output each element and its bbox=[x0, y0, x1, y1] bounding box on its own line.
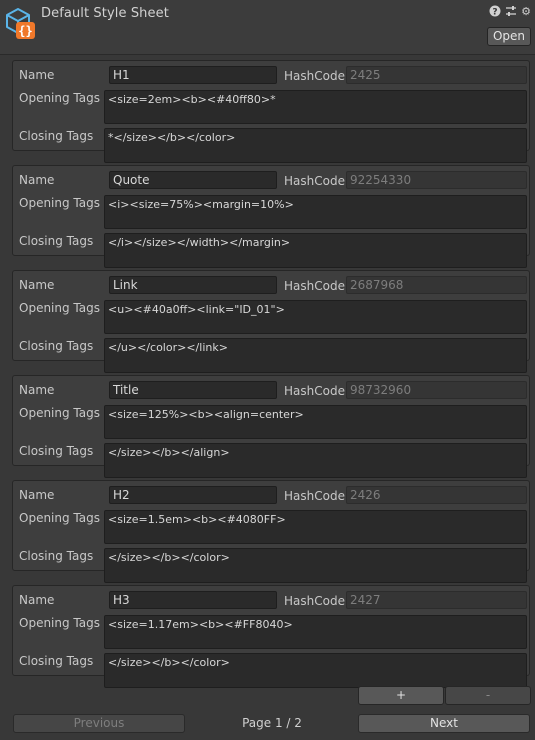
opening-tags-field[interactable]: <size=2em><b><#40ff80>* bbox=[104, 90, 527, 124]
name-field[interactable]: H3 bbox=[109, 591, 277, 609]
remove-style-button[interactable]: - bbox=[445, 686, 531, 705]
style-sheet-asset-icon: {} bbox=[6, 8, 35, 39]
name-field[interactable]: Quote bbox=[109, 171, 277, 189]
name-label: Name bbox=[19, 488, 55, 502]
closing-tags-field[interactable]: *</size></b></color> bbox=[104, 128, 527, 163]
style-entry-5: Name H2 HashCode 2426 Opening Tags <size… bbox=[12, 480, 530, 583]
closing-tags-field[interactable]: </size></b></color> bbox=[104, 653, 527, 688]
opening-tags-field[interactable]: <i><size=75%><margin=10%> bbox=[104, 195, 527, 229]
opening-tags-label: Opening Tags bbox=[19, 511, 100, 525]
hashcode-label: HashCode bbox=[284, 69, 345, 83]
opening-tags-label: Opening Tags bbox=[19, 616, 100, 630]
closing-tags-label: Closing Tags bbox=[19, 549, 94, 563]
help-icon-glyph: ? bbox=[489, 5, 501, 18]
opening-tags-field[interactable]: <size=125%><b><align=center> bbox=[104, 405, 527, 439]
opening-tags-field[interactable]: <size=1.17em><b><#FF8040> bbox=[104, 615, 527, 649]
hashcode-label: HashCode bbox=[284, 489, 345, 503]
hashcode-field: 2687968 bbox=[346, 276, 527, 294]
preset-icon[interactable] bbox=[505, 5, 517, 19]
hashcode-field: 98732960 bbox=[346, 381, 527, 399]
hashcode-field: 2426 bbox=[346, 486, 527, 504]
closing-tags-label: Closing Tags bbox=[19, 339, 94, 353]
hashcode-field: 2425 bbox=[346, 66, 527, 84]
closing-tags-field[interactable]: </u></color></link> bbox=[104, 338, 527, 373]
opening-tags-field[interactable]: <u><#40a0ff><link="ID_01"> bbox=[104, 300, 527, 334]
name-label: Name bbox=[19, 593, 55, 607]
hashcode-label: HashCode bbox=[284, 594, 345, 608]
closing-tags-field[interactable]: </i></size></width></margin> bbox=[104, 233, 527, 268]
open-button[interactable]: Open bbox=[487, 27, 531, 46]
name-label: Name bbox=[19, 173, 55, 187]
style-entry-6: Name H3 HashCode 2427 Opening Tags <size… bbox=[12, 585, 530, 688]
inspector-header: {} Default Style Sheet ? ⚙ Open bbox=[0, 0, 535, 55]
opening-tags-label: Opening Tags bbox=[19, 301, 100, 315]
hashcode-label: HashCode bbox=[284, 279, 345, 293]
name-field[interactable]: H2 bbox=[109, 486, 277, 504]
style-entry-4: Name Title HashCode 98732960 Opening Tag… bbox=[12, 375, 530, 478]
hashcode-label: HashCode bbox=[284, 384, 345, 398]
svg-text:{}: {} bbox=[18, 24, 32, 38]
hashcode-field: 2427 bbox=[346, 591, 527, 609]
sliders-icon bbox=[506, 6, 516, 16]
help-icon[interactable]: ? bbox=[489, 5, 501, 19]
previous-page-button[interactable]: Previous bbox=[13, 714, 185, 733]
name-field[interactable]: Link bbox=[109, 276, 277, 294]
name-label: Name bbox=[19, 383, 55, 397]
style-entry-1: Name H1 HashCode 2425 Opening Tags <size… bbox=[12, 60, 530, 163]
closing-tags-field[interactable]: </size></b></color> bbox=[104, 548, 527, 583]
opening-tags-label: Opening Tags bbox=[19, 406, 100, 420]
add-style-button[interactable]: + bbox=[358, 686, 444, 705]
hashcode-field: 92254330 bbox=[346, 171, 527, 189]
name-label: Name bbox=[19, 278, 55, 292]
gear-icon[interactable]: ⚙ bbox=[520, 5, 532, 19]
name-label: Name bbox=[19, 68, 55, 82]
hashcode-label: HashCode bbox=[284, 174, 345, 188]
style-entry-2: Name Quote HashCode 92254330 Opening Tag… bbox=[12, 165, 530, 268]
next-page-button[interactable]: Next bbox=[358, 714, 530, 733]
opening-tags-label: Opening Tags bbox=[19, 196, 100, 210]
opening-tags-field[interactable]: <size=1.5em><b><#4080FF> bbox=[104, 510, 527, 544]
closing-tags-label: Closing Tags bbox=[19, 444, 94, 458]
closing-tags-field[interactable]: </size></b></align> bbox=[104, 443, 527, 478]
inspector-title: Default Style Sheet bbox=[41, 6, 169, 21]
svg-text:?: ? bbox=[492, 8, 497, 18]
closing-tags-label: Closing Tags bbox=[19, 129, 94, 143]
style-entry-3: Name Link HashCode 2687968 Opening Tags … bbox=[12, 270, 530, 373]
page-indicator: Page 1 / 2 bbox=[242, 716, 302, 730]
name-field[interactable]: H1 bbox=[109, 66, 277, 84]
opening-tags-label: Opening Tags bbox=[19, 91, 100, 105]
closing-tags-label: Closing Tags bbox=[19, 234, 94, 248]
closing-tags-label: Closing Tags bbox=[19, 654, 94, 668]
name-field[interactable]: Title bbox=[109, 381, 277, 399]
